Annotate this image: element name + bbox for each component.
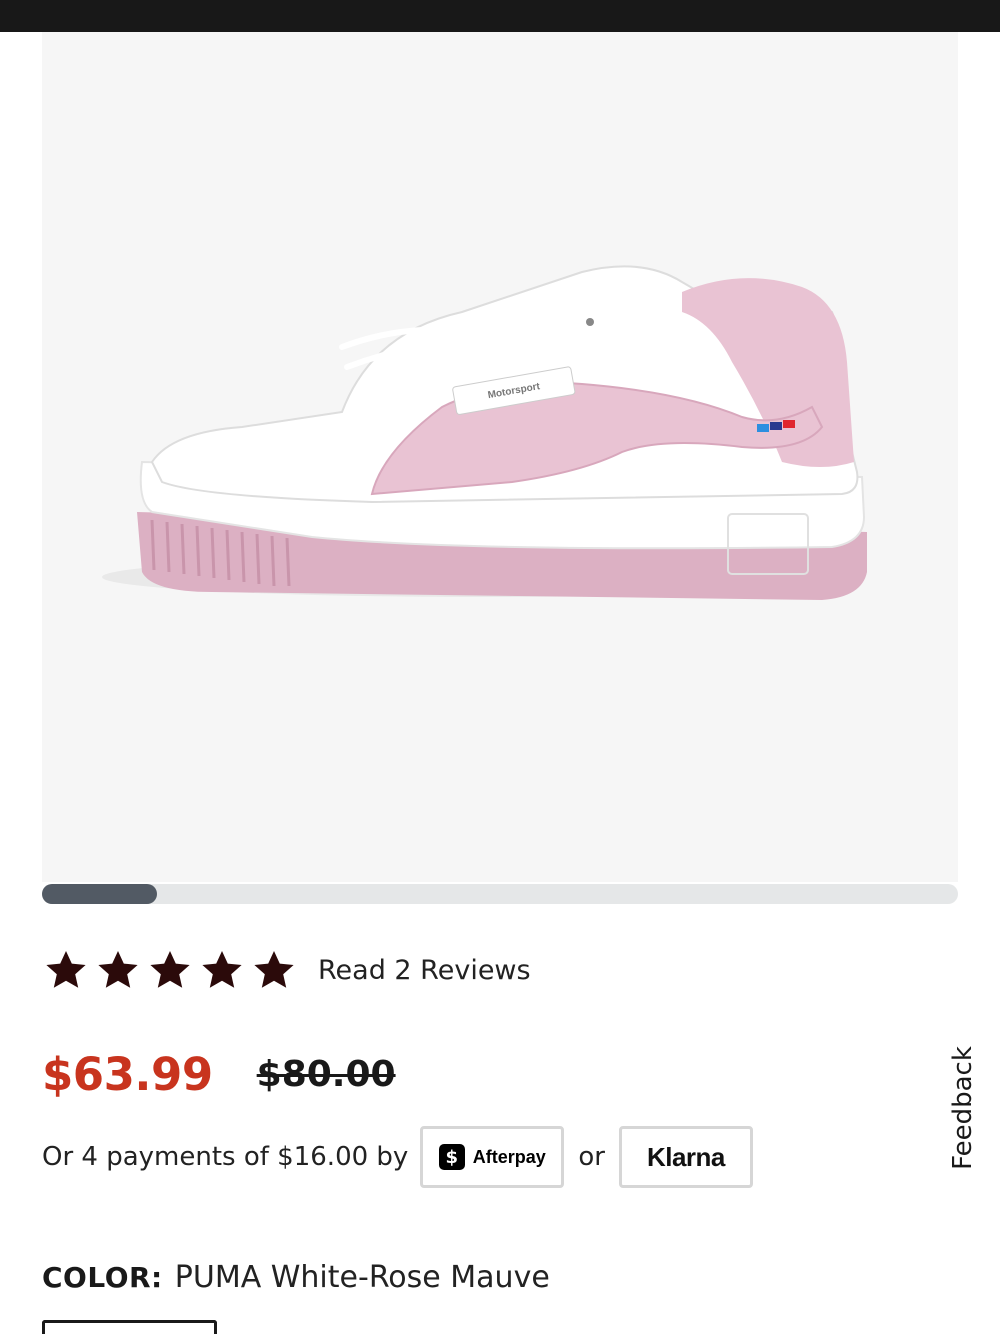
gallery-progress-track[interactable] <box>42 884 958 904</box>
sale-price: $63.99 <box>42 1047 213 1101</box>
top-bar <box>0 0 1000 32</box>
color-row: COLOR: PUMA White-Rose Mauve <box>42 1255 550 1299</box>
star-icon <box>202 951 242 988</box>
afterpay-icon: $ <box>438 1144 465 1170</box>
color-swatch[interactable] <box>42 1320 217 1334</box>
star-icon <box>150 951 190 988</box>
feedback-tab[interactable]: Feedback <box>946 1040 980 1175</box>
product-image[interactable]: Motorsport <box>42 32 958 882</box>
color-value: PUMA White-Rose Mauve <box>174 1259 550 1295</box>
star-icon <box>98 951 138 988</box>
read-reviews-link[interactable]: Read 2 Reviews <box>318 955 531 986</box>
klarna-button[interactable]: Klarna <box>618 1126 753 1188</box>
afterpay-label: Afterpay <box>472 1146 546 1167</box>
afterpay-button[interactable]: $ Afterpay <box>420 1126 565 1188</box>
klarna-label: Klarna <box>646 1141 725 1172</box>
star-icon <box>254 951 294 988</box>
installments-text: Or 4 payments of $16.00 by <box>42 1142 409 1172</box>
star-icon <box>46 951 86 988</box>
installments-row: Or 4 payments of $16.00 by $ Afterpay or… <box>42 1126 753 1188</box>
rating-row: Read 2 Reviews <box>42 946 531 994</box>
gallery-progress-fill <box>42 884 157 904</box>
color-label: COLOR: <box>42 1260 163 1294</box>
or-text: or <box>578 1142 605 1172</box>
original-price: $80.00 <box>256 1053 396 1095</box>
price-row: $63.99 $80.00 <box>42 1042 396 1106</box>
sneaker-illustration: Motorsport <box>102 265 867 600</box>
feedback-label: Feedback <box>948 1045 978 1170</box>
star-rating <box>42 946 298 994</box>
